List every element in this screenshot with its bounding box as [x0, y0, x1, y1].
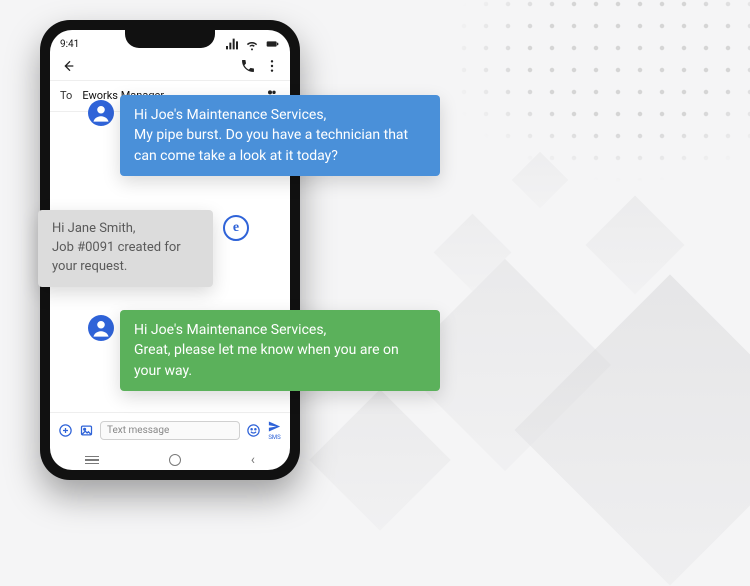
- plus-circle-icon[interactable]: [58, 423, 73, 438]
- send-label: SMS: [268, 435, 280, 441]
- incoming-message-bubble: Hi Joe's Maintenance Services, Great, pl…: [120, 310, 440, 391]
- phone-notch: [125, 30, 215, 48]
- back-arrow-icon[interactable]: [60, 58, 76, 74]
- outgoing-message-bubble: Hi Jane Smith, Job #0091 created for you…: [38, 210, 213, 287]
- battery-icon: [264, 36, 280, 52]
- phone-icon[interactable]: [240, 58, 256, 74]
- message-text: Hi Joe's Maintenance Services, My pipe b…: [134, 107, 408, 164]
- signal-icon: [224, 36, 240, 52]
- status-time: 9:41: [60, 39, 79, 50]
- home-button[interactable]: [169, 454, 181, 466]
- company-avatar: e: [223, 215, 249, 241]
- smile-icon[interactable]: [246, 423, 261, 438]
- back-button[interactable]: ‹: [251, 452, 255, 468]
- incoming-message-bubble: Hi Joe's Maintenance Services, My pipe b…: [120, 95, 440, 176]
- decorative-diamond: [586, 196, 685, 295]
- message-input-bar: Text message SMS: [50, 412, 290, 447]
- wifi-icon: [244, 36, 260, 52]
- send-icon: [267, 419, 282, 434]
- send-button[interactable]: SMS: [267, 419, 282, 441]
- customer-avatar: [88, 315, 114, 341]
- message-input[interactable]: Text message: [100, 421, 240, 440]
- message-text: Hi Joe's Maintenance Services, Great, pl…: [134, 322, 399, 379]
- recent-apps-button[interactable]: [85, 456, 99, 465]
- message-text: Hi Jane Smith, Job #0091 created for you…: [52, 221, 181, 274]
- decorative-diamond: [512, 152, 569, 209]
- decorative-diamond: [514, 274, 750, 585]
- decorative-diamond: [309, 389, 450, 530]
- decorative-diamond: [434, 214, 512, 292]
- android-nav-bar: ‹: [50, 447, 290, 470]
- customer-avatar: [88, 100, 114, 126]
- conversation-top-bar: [50, 54, 290, 81]
- more-vert-icon[interactable]: [264, 58, 280, 74]
- to-label: To: [60, 89, 72, 102]
- image-icon[interactable]: [79, 423, 94, 438]
